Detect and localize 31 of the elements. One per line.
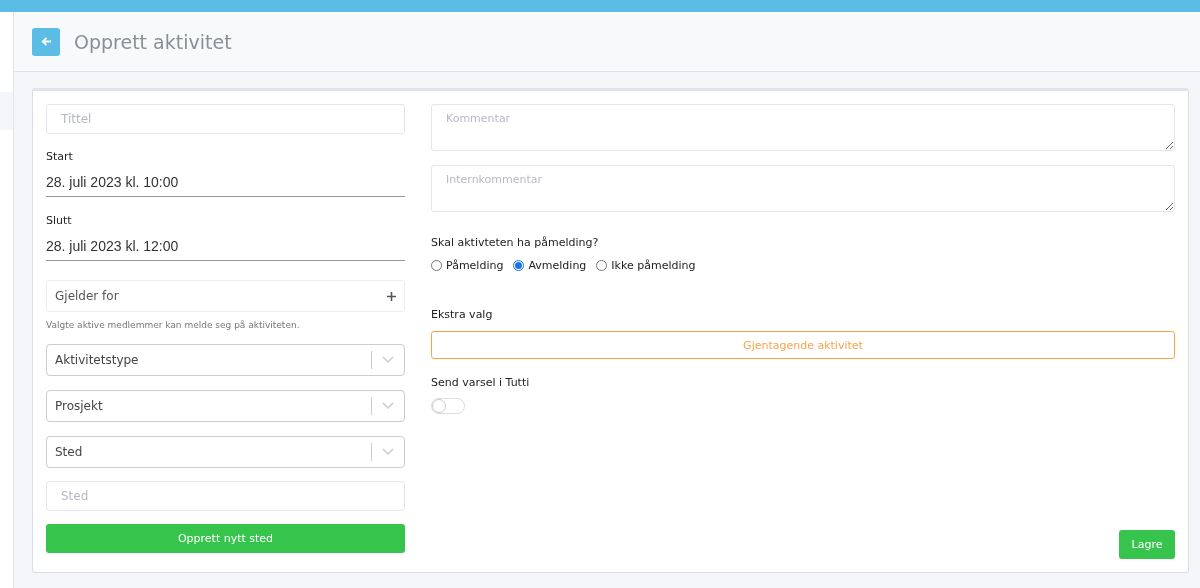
comment-field[interactable]: Internkommentar [431,165,1175,212]
radio-option[interactable]: Påmelding [431,259,504,272]
chevron-down-icon [382,448,394,456]
extra-label: Ekstra valg [431,308,494,321]
chevron-down-icon [382,356,394,364]
radio-option[interactable]: Avmelding [513,259,587,272]
select-dropdown[interactable]: Aktivitetstype [46,344,405,376]
select-dropdown[interactable]: Prosjekt [46,390,405,422]
radio-option[interactable]: Ikke påmelding [596,259,696,272]
place-field[interactable]: Sted [46,481,405,511]
date-field[interactable]: 28. juli 2023 kl. 12:00 [46,227,405,261]
select-placeholder: Sted [55,445,84,459]
title-field[interactable]: Tittel [46,104,405,134]
back-button[interactable] [32,27,60,56]
arrow-left-icon [40,36,52,47]
page-title: Opprett aktivitet [74,30,232,53]
select-dropdown[interactable]: Sted [46,436,405,468]
date-field[interactable]: 28. juli 2023 kl. 10:00 [46,163,405,197]
date-label: Start [46,150,74,163]
applies-to-label: Gjelder for [55,289,119,303]
plus-icon [387,291,396,301]
registration-question: Skal aktivteten ha påmelding? [431,236,600,249]
hint-text: Valgte aktive medlemmer kan melde seg på aktiviteten. [46,320,301,330]
date-label: Slutt [46,214,73,227]
chevron-down-icon [382,402,394,410]
select-placeholder: Prosjekt [55,399,104,413]
comment-field[interactable]: Kommentar [431,104,1175,151]
notify-label: Send varsel i Tutti [431,376,531,389]
select-placeholder: Aktivitetstype [55,353,140,367]
applies-to-field[interactable]: Gjelder for [46,280,405,312]
notify-toggle[interactable] [431,398,465,414]
